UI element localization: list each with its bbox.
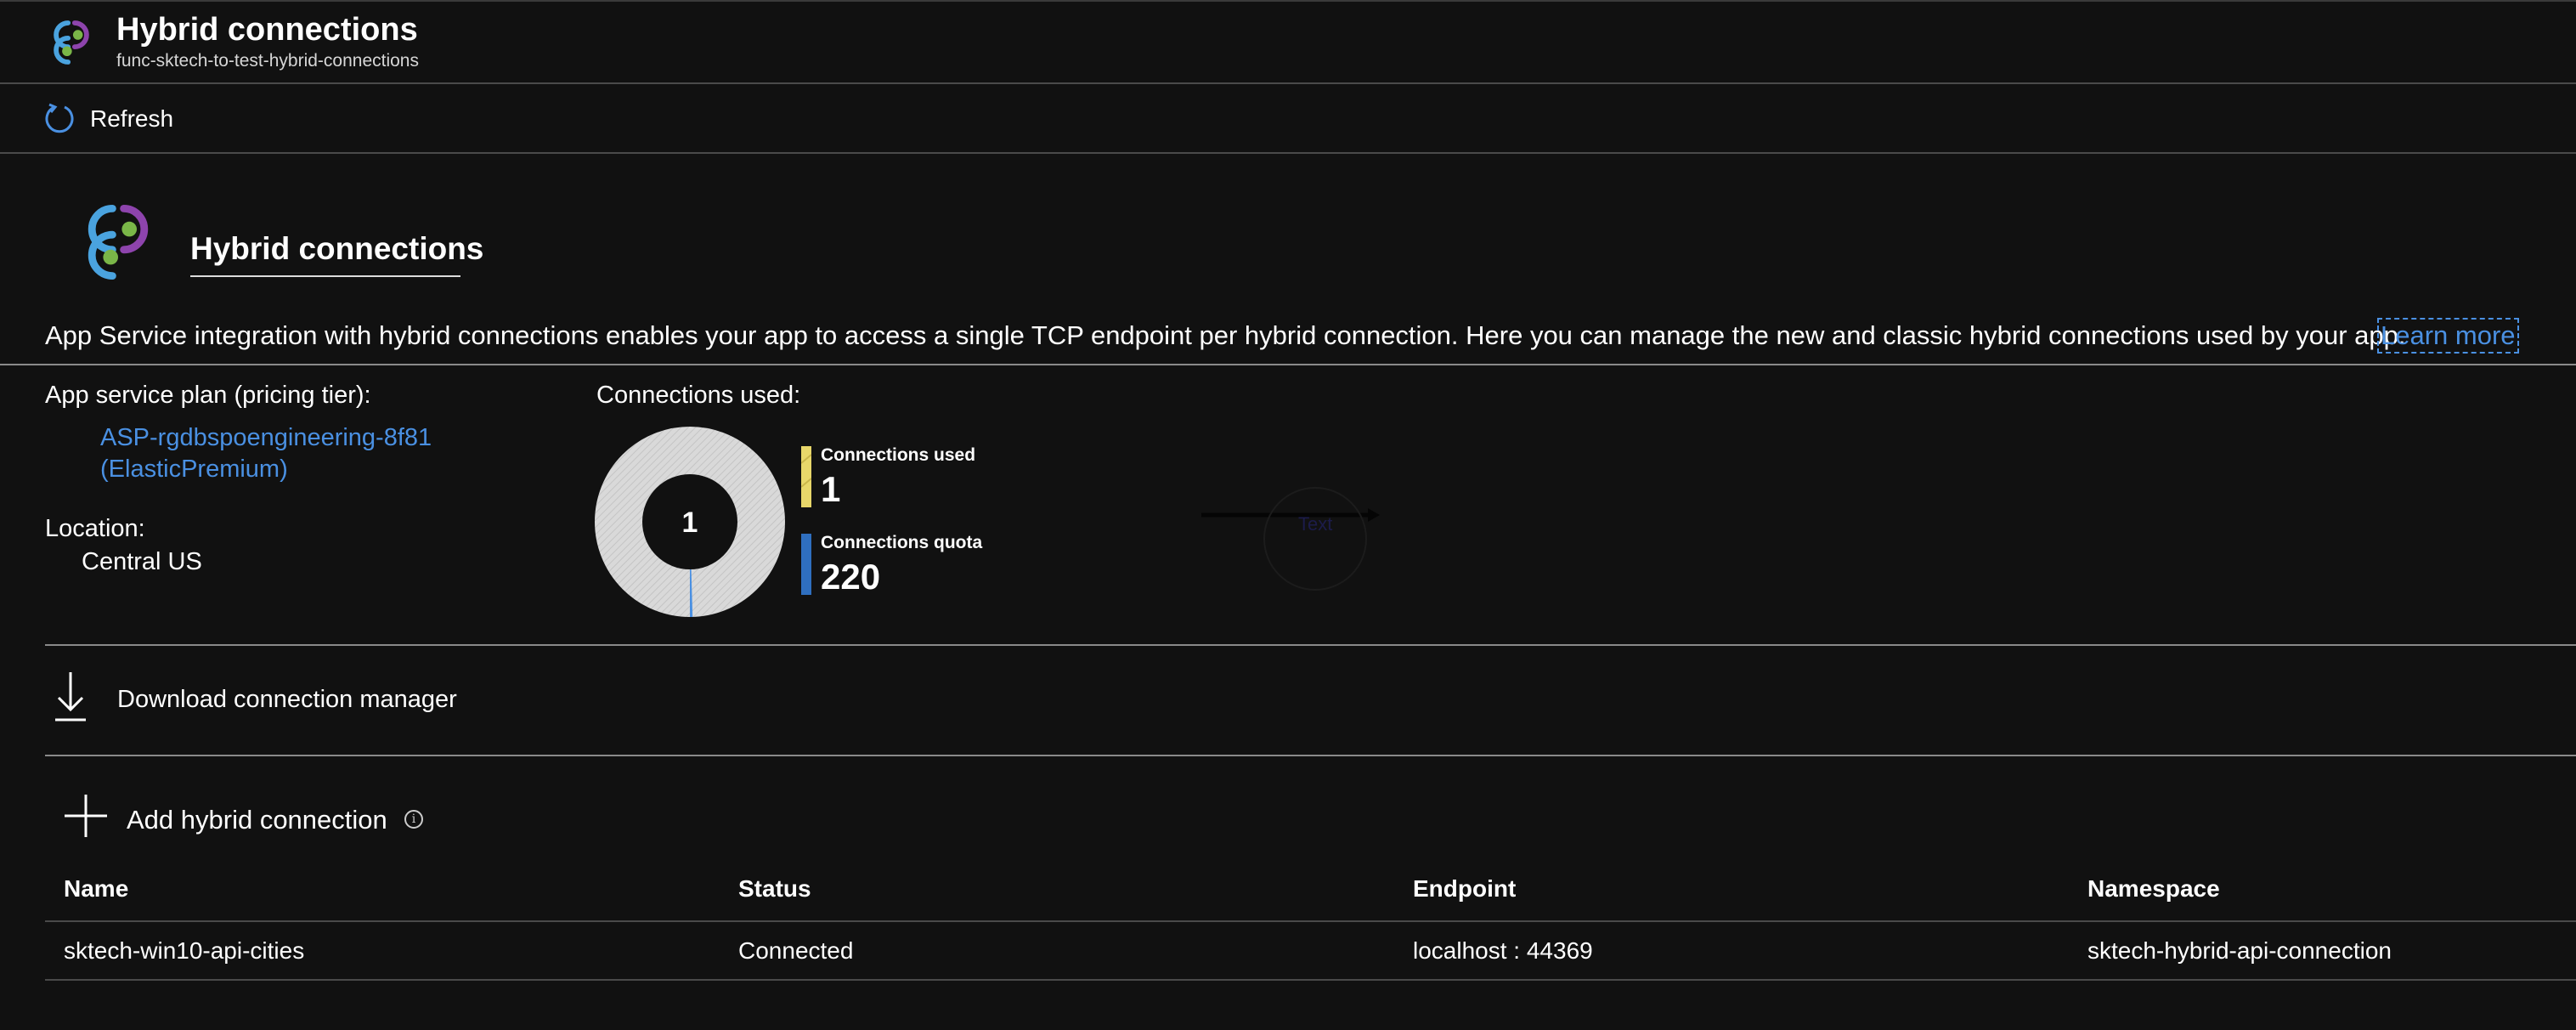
- hybrid-connections-icon: [54, 20, 89, 65]
- quota-legend-value: 220: [821, 557, 881, 597]
- chart-artifact-arrow: Text: [1201, 487, 1380, 591]
- download-connection-manager-button[interactable]: Download connection manager: [45, 667, 487, 731]
- download-icon: [55, 672, 86, 722]
- learn-more-link[interactable]: Learn more: [2377, 318, 2519, 354]
- cell-name: sktech-win10-api-cities: [64, 937, 305, 964]
- connections-used-label: Connections used:: [596, 382, 801, 409]
- column-header-status[interactable]: Status: [738, 875, 811, 903]
- add-hybrid-connection-button[interactable]: Add hybrid connection: [61, 791, 435, 846]
- add-icon: [65, 795, 107, 837]
- toolbar-divider: [0, 152, 2576, 154]
- cell-namespace: sktech-hybrid-api-connection: [2087, 937, 2392, 964]
- download-label: Download connection manager: [117, 686, 457, 713]
- page-subtitle: func-sktech-to-test-hybrid-connections: [116, 51, 419, 71]
- donut-center-value: 1: [682, 507, 698, 539]
- section-heading-underline: [190, 275, 460, 277]
- column-header-name[interactable]: Name: [64, 875, 128, 903]
- section-description: App Service integration with hybrid conn…: [45, 320, 2406, 350]
- used-legend-bar: [801, 446, 811, 507]
- quota-legend-label: Connections quota: [821, 533, 983, 552]
- used-legend-label: Connections used: [821, 445, 976, 465]
- location-label: Location:: [45, 515, 145, 542]
- table-row-divider: [45, 979, 2576, 981]
- header-divider: [0, 82, 2576, 84]
- section-heading: Hybrid connections: [190, 231, 484, 266]
- info-icon[interactable]: i: [404, 810, 423, 829]
- connections-donut-chart: 1: [595, 427, 785, 617]
- usage-divider: [45, 644, 2576, 646]
- column-header-namespace[interactable]: Namespace: [2087, 875, 2220, 903]
- plan-tier-link[interactable]: (ElasticPremium): [100, 456, 288, 484]
- cell-endpoint: localhost : 44369: [1413, 937, 1593, 964]
- add-hybrid-connection-label: Add hybrid connection: [127, 805, 387, 835]
- description-divider: [0, 364, 2576, 365]
- refresh-icon: [45, 103, 74, 133]
- page-title: Hybrid connections: [116, 12, 418, 48]
- used-legend-value: 1: [821, 469, 841, 509]
- chart-artifact-text: Text: [1298, 513, 1332, 535]
- plan-label: App service plan (pricing tier):: [45, 382, 371, 409]
- cell-status: Connected: [738, 937, 854, 964]
- top-border: [0, 0, 2576, 2]
- table-row[interactable]: sktech-win10-api-cities Connected localh…: [45, 922, 2576, 980]
- download-divider: [45, 755, 2576, 756]
- quota-legend-bar: [801, 534, 811, 595]
- refresh-label: Refresh: [90, 105, 174, 132]
- plan-name-link[interactable]: ASP-rgdbspoengineering-8f81: [100, 424, 432, 452]
- hybrid-connections-large-icon: [88, 205, 149, 280]
- info-icon-glyph: i: [411, 812, 416, 826]
- location-value: Central US: [82, 548, 202, 575]
- refresh-button[interactable]: Refresh: [41, 97, 185, 144]
- column-header-endpoint[interactable]: Endpoint: [1413, 875, 1516, 903]
